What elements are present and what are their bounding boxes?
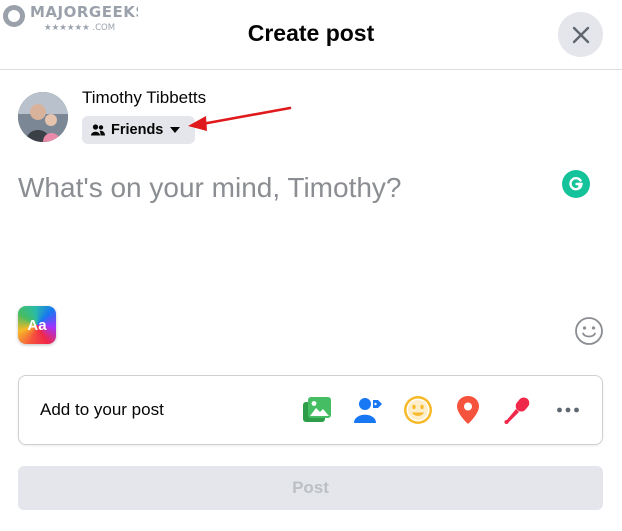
tag-people-icon xyxy=(354,398,382,423)
feeling-activity-button[interactable] xyxy=(401,393,435,427)
photo-video-button[interactable] xyxy=(300,393,334,427)
audience-label: Friends xyxy=(111,122,164,138)
avatar[interactable] xyxy=(18,92,68,142)
more-icon xyxy=(557,407,579,413)
live-video-icon xyxy=(504,397,530,424)
post-button-label: Post xyxy=(292,478,329,497)
background-picker-label: Aa xyxy=(27,316,47,334)
add-to-post-label: Add to your post xyxy=(40,400,164,419)
friends-icon xyxy=(91,124,105,136)
close-button[interactable] xyxy=(558,12,603,57)
tag-people-button[interactable] xyxy=(351,393,385,427)
post-button[interactable]: Post xyxy=(18,466,603,510)
caret-down-icon xyxy=(170,127,181,133)
check-in-button[interactable] xyxy=(451,393,485,427)
annotation-arrow xyxy=(188,106,292,131)
grammarly-icon[interactable] xyxy=(562,170,590,198)
dialog-header: Create post xyxy=(0,0,622,70)
audience-selector-button[interactable]: Friends xyxy=(82,116,195,144)
live-video-button[interactable] xyxy=(500,393,534,427)
background-picker-button[interactable]: Aa xyxy=(18,306,56,344)
feeling-icon xyxy=(404,396,432,424)
check-in-icon xyxy=(457,396,479,424)
photo-video-icon xyxy=(303,397,331,422)
close-icon xyxy=(572,26,589,43)
more-options-button[interactable] xyxy=(551,393,585,427)
dialog-title: Create post xyxy=(247,20,375,46)
emoji-icon[interactable] xyxy=(574,316,604,346)
add-to-post-bar: Add to your post xyxy=(18,375,603,445)
post-composer-input[interactable] xyxy=(18,168,538,208)
